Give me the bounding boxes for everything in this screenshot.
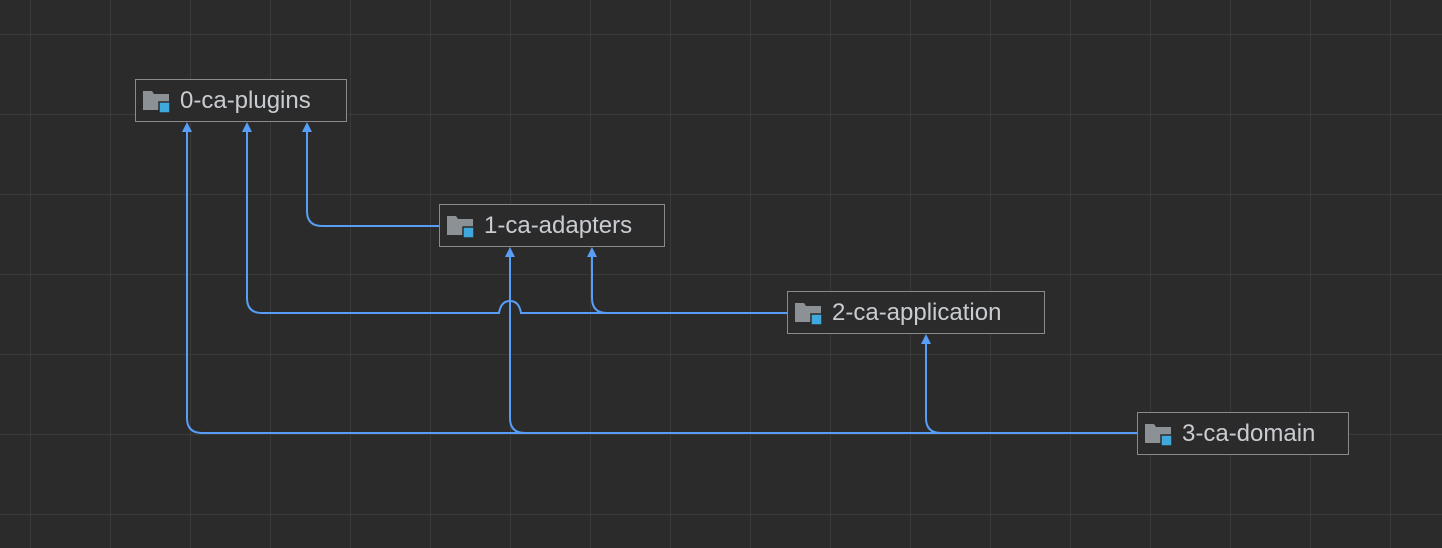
node-label: 3-ca-domain: [1182, 419, 1316, 447]
module-node-3-ca-domain[interactable]: 3-ca-domain: [1137, 412, 1349, 455]
module-folder-icon: [1144, 421, 1174, 447]
arrowhead: [587, 247, 597, 257]
arrowhead: [302, 122, 312, 132]
module-node-1-ca-adapters[interactable]: 1-ca-adapters: [439, 204, 665, 247]
arrowhead: [921, 334, 931, 344]
edge-domain-to-application: [925, 340, 1137, 434]
diagram-canvas[interactable]: 0-ca-plugins 1-ca-adapters 2-ca-applicat…: [0, 0, 1442, 548]
edge-adapters-to-plugins: [306, 128, 439, 227]
edge-application-to-adapters: [591, 253, 787, 314]
arrowhead: [182, 122, 192, 132]
node-label: 1-ca-adapters: [484, 211, 633, 239]
module-folder-icon: [142, 88, 172, 114]
arrowhead: [505, 247, 515, 257]
arrowhead: [242, 122, 252, 132]
node-label: 2-ca-application: [832, 298, 1002, 326]
node-label: 0-ca-plugins: [180, 86, 311, 114]
edge-domain-to-plugins: [186, 128, 1137, 434]
module-folder-icon: [794, 300, 824, 326]
module-node-0-ca-plugins[interactable]: 0-ca-plugins: [135, 79, 347, 122]
edge-domain-to-adapters: [509, 253, 1137, 434]
module-node-2-ca-application[interactable]: 2-ca-application: [787, 291, 1045, 334]
module-folder-icon: [446, 213, 476, 239]
